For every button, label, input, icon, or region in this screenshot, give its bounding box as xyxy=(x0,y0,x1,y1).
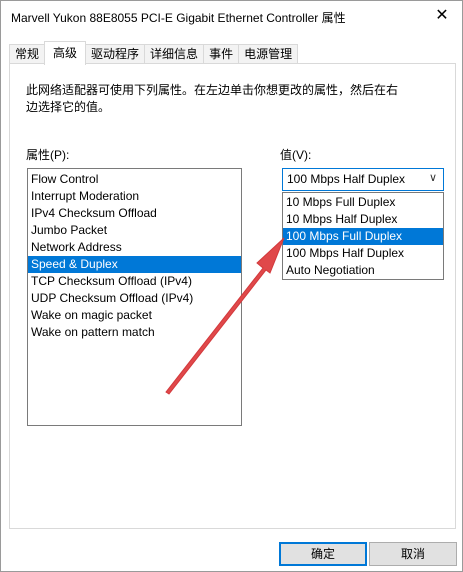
option-100-full-duplex[interactable]: 100 Mbps Full Duplex xyxy=(283,228,443,245)
property-wake-magic-packet[interactable]: Wake on magic packet xyxy=(28,307,241,324)
title-bar: Marvell Yukon 88E8055 PCI-E Gigabit Ethe… xyxy=(1,1,462,33)
window-title: Marvell Yukon 88E8055 PCI-E Gigabit Ethe… xyxy=(11,11,346,25)
description-line-2: 边选择它的值。 xyxy=(26,100,111,114)
tab-details[interactable]: 详细信息 xyxy=(144,44,205,64)
option-10-half-duplex[interactable]: 10 Mbps Half Duplex xyxy=(283,211,443,228)
description-line-1: 此网络适配器可使用下列属性。在左边单击你想更改的属性，然后在右 xyxy=(26,83,399,97)
property-wake-pattern-match[interactable]: Wake on pattern match xyxy=(28,324,241,341)
tab-power-management[interactable]: 电源管理 xyxy=(238,44,299,64)
properties-list[interactable]: Flow Control Interrupt Moderation IPv4 C… xyxy=(27,168,242,426)
value-label: 值(V): xyxy=(280,148,312,162)
properties-label: 属性(P): xyxy=(26,148,70,162)
ok-button[interactable]: 确定 xyxy=(279,542,367,566)
tab-events[interactable]: 事件 xyxy=(203,44,240,64)
option-10-full-duplex[interactable]: 10 Mbps Full Duplex xyxy=(283,194,443,211)
property-jumbo-packet[interactable]: Jumbo Packet xyxy=(28,222,241,239)
advanced-description: 此网络适配器可使用下列属性。在左边单击你想更改的属性，然后在右 边选择它的值。 xyxy=(26,82,426,116)
value-dropdown-list[interactable]: 10 Mbps Full Duplex 10 Mbps Half Duplex … xyxy=(282,192,444,280)
tab-strip: 常规 高级 驱动程序 详细信息 事件 电源管理 xyxy=(9,41,299,65)
tab-advanced[interactable]: 高级 xyxy=(44,41,87,65)
tab-general[interactable]: 常规 xyxy=(9,44,46,64)
properties-dialog: Marvell Yukon 88E8055 PCI-E Gigabit Ethe… xyxy=(0,0,463,572)
chevron-down-icon[interactable]: ∨ xyxy=(429,171,437,184)
tab-driver[interactable]: 驱动程序 xyxy=(85,44,146,64)
option-100-half-duplex[interactable]: 100 Mbps Half Duplex xyxy=(283,245,443,262)
value-select[interactable]: 100 Mbps Half Duplex ∨ xyxy=(282,168,444,191)
property-network-address[interactable]: Network Address xyxy=(28,239,241,256)
cancel-button[interactable]: 取消 xyxy=(369,542,457,566)
property-udp-checksum-offload[interactable]: UDP Checksum Offload (IPv4) xyxy=(28,290,241,307)
property-interrupt-moderation[interactable]: Interrupt Moderation xyxy=(28,188,241,205)
option-auto-negotiation[interactable]: Auto Negotiation xyxy=(283,262,443,279)
property-flow-control[interactable]: Flow Control xyxy=(28,171,241,188)
property-tcp-checksum-offload[interactable]: TCP Checksum Offload (IPv4) xyxy=(28,273,241,290)
close-icon[interactable]: ✕ xyxy=(428,3,456,29)
property-ipv4-checksum-offload[interactable]: IPv4 Checksum Offload xyxy=(28,205,241,222)
value-select-current: 100 Mbps Half Duplex xyxy=(287,172,406,186)
property-speed-duplex[interactable]: Speed & Duplex xyxy=(28,256,241,273)
